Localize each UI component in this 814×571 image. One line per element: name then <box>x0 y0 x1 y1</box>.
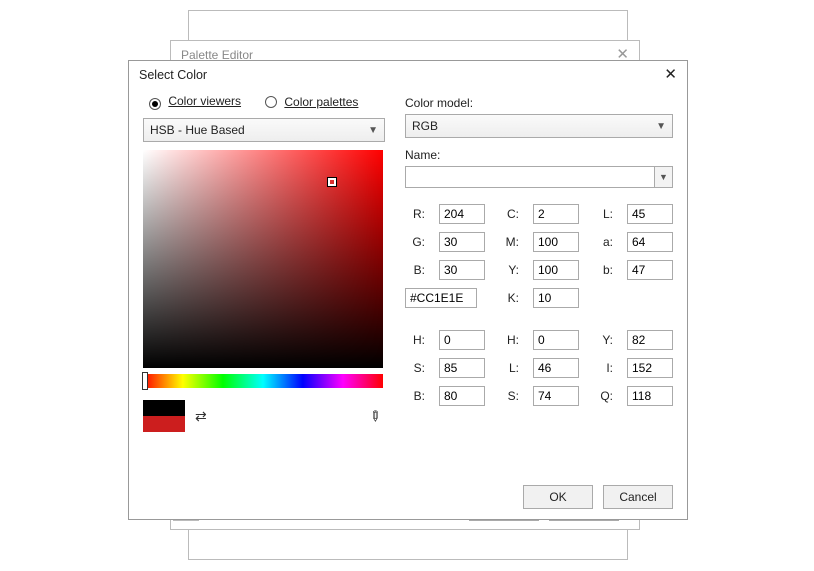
color-model-dropdown[interactable]: RGB ▼ <box>405 114 673 138</box>
label-b-hsb: B: <box>405 389 425 403</box>
swatch-new[interactable] <box>143 416 185 432</box>
label-b: B: <box>405 263 425 277</box>
label-b-lab: b: <box>593 263 613 277</box>
input-b[interactable] <box>439 260 485 280</box>
label-r: R: <box>405 207 425 221</box>
color-swatches <box>143 400 185 432</box>
radio-color-viewers[interactable]: Color viewers <box>149 94 241 110</box>
label-h: H: <box>405 333 425 347</box>
input-l[interactable] <box>627 204 673 224</box>
label-q: Q: <box>593 389 613 403</box>
select-color-dialog: Select Color ✕ Color viewers Color palet… <box>128 60 688 520</box>
color-gradient-picker[interactable] <box>143 150 383 368</box>
chevron-down-icon: ▼ <box>659 172 668 182</box>
input-b-lab[interactable] <box>627 260 673 280</box>
radio-icon <box>149 98 161 110</box>
input-c[interactable] <box>533 204 579 224</box>
cancel-button[interactable]: Cancel <box>603 485 673 509</box>
input-hex[interactable] <box>405 288 477 308</box>
gradient-cursor[interactable] <box>328 178 336 186</box>
input-s[interactable] <box>439 358 485 378</box>
input-k[interactable] <box>533 288 579 308</box>
name-input[interactable] <box>405 166 655 188</box>
ok-button[interactable]: OK <box>523 485 593 509</box>
input-s2[interactable] <box>533 386 579 406</box>
input-i[interactable] <box>627 358 673 378</box>
chevron-down-icon: ▼ <box>368 125 378 136</box>
label-g: G: <box>405 235 425 249</box>
close-icon[interactable]: ✕ <box>664 67 677 82</box>
hue-slider-handle[interactable] <box>142 372 148 390</box>
input-a[interactable] <box>627 232 673 252</box>
radio-color-palettes[interactable]: Color palettes <box>265 95 358 109</box>
input-y-yiq[interactable] <box>627 330 673 350</box>
label-a: a: <box>593 235 613 249</box>
input-r[interactable] <box>439 204 485 224</box>
input-y[interactable] <box>533 260 579 280</box>
label-c: C: <box>499 207 519 221</box>
name-dropdown-button[interactable]: ▼ <box>655 166 673 188</box>
label-i: I: <box>593 361 613 375</box>
eyedropper-icon[interactable]: ✎ <box>365 406 385 426</box>
input-l2[interactable] <box>533 358 579 378</box>
chevron-down-icon: ▼ <box>656 121 666 132</box>
input-g[interactable] <box>439 232 485 252</box>
label-h2: H: <box>499 333 519 347</box>
input-h2[interactable] <box>533 330 579 350</box>
label-y: Y: <box>499 263 519 277</box>
label-y-yiq: Y: <box>593 333 613 347</box>
dialog-title: Select Color <box>139 68 207 82</box>
input-b-hsb[interactable] <box>439 386 485 406</box>
hue-slider[interactable] <box>143 374 383 388</box>
label-l: L: <box>593 207 613 221</box>
color-model-label: Color model: <box>405 96 673 110</box>
label-s: S: <box>405 361 425 375</box>
swatch-old[interactable] <box>143 400 185 416</box>
input-m[interactable] <box>533 232 579 252</box>
label-k: K: <box>499 291 519 305</box>
radio-icon <box>265 96 277 108</box>
label-m: M: <box>499 235 519 249</box>
label-l2: L: <box>499 361 519 375</box>
swap-icon[interactable]: ⇄ <box>195 408 207 425</box>
viewer-dropdown[interactable]: HSB - Hue Based ▼ <box>143 118 385 142</box>
input-h[interactable] <box>439 330 485 350</box>
name-label: Name: <box>405 148 440 162</box>
label-s2: S: <box>499 389 519 403</box>
input-q[interactable] <box>627 386 673 406</box>
